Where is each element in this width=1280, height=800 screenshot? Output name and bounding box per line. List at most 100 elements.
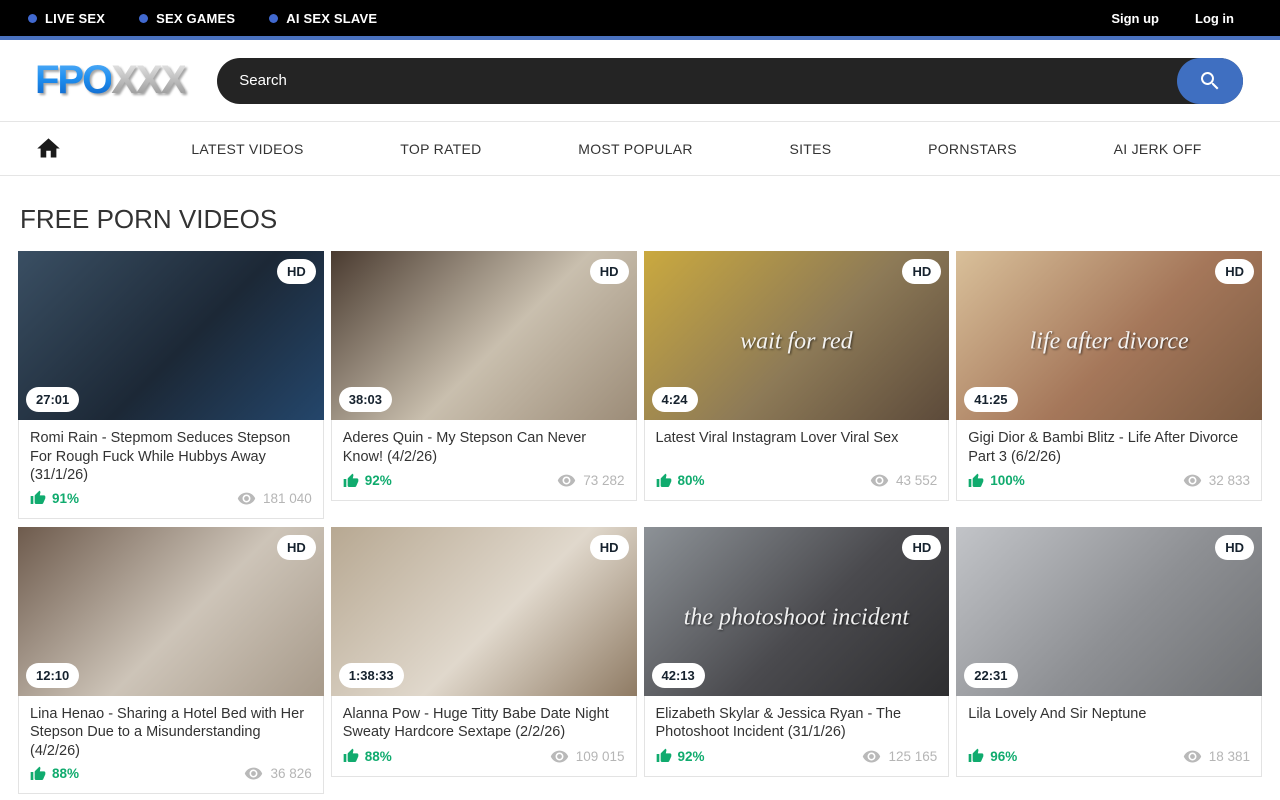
thumbs-up-icon — [968, 473, 984, 489]
nav-item-top-rated[interactable]: TOP RATED — [400, 141, 481, 157]
views-count: 109 015 — [576, 749, 625, 764]
duration-badge: 27:01 — [26, 387, 79, 412]
views: 73 282 — [557, 471, 624, 490]
video-thumbnail[interactable]: HD life after divorce 41:25 — [956, 251, 1262, 420]
video-thumbnail[interactable]: HD 22:31 — [956, 527, 1262, 696]
logo-text-primary: FPO — [35, 58, 111, 102]
video-title-link[interactable]: Alanna Pow - Huge Titty Babe Date Night … — [332, 696, 636, 743]
hd-badge: HD — [1215, 535, 1254, 560]
duration-badge: 41:25 — [964, 387, 1017, 412]
topbar-link-live-sex[interactable]: LIVE SEX — [28, 11, 105, 26]
likes-percentage: 91% — [52, 491, 79, 506]
likes: 92% — [656, 748, 705, 764]
video-stats: 91% 181 040 — [19, 485, 323, 518]
nav-item-sites[interactable]: SITES — [789, 141, 831, 157]
topbar-link-ai-sex-slave[interactable]: AI SEX SLAVE — [269, 11, 377, 26]
likes-percentage: 80% — [678, 473, 705, 488]
views: 36 826 — [244, 764, 311, 783]
video-thumbnail[interactable]: HD 1:38:33 — [331, 527, 637, 696]
video-title-link[interactable]: Romi Rain - Stepmom Seduces Stepson For … — [19, 420, 323, 485]
video-title-link[interactable]: Latest Viral Instagram Lover Viral Sex — [645, 420, 949, 467]
signup-link[interactable]: Sign up — [1111, 11, 1159, 26]
video-title-link[interactable]: Lina Henao - Sharing a Hotel Bed with He… — [19, 696, 323, 761]
eye-icon — [862, 747, 881, 766]
views: 18 381 — [1183, 747, 1250, 766]
views-count: 125 165 — [888, 749, 937, 764]
thumbs-up-icon — [30, 490, 46, 506]
video-stats: 80% 43 552 — [645, 467, 949, 500]
video-card[interactable]: HD 1:38:33 Alanna Pow - Huge Titty Babe … — [331, 527, 637, 795]
video-card[interactable]: HD 12:10 Lina Henao - Sharing a Hotel Be… — [18, 527, 324, 795]
site-header: FPOXXX — [0, 40, 1280, 122]
video-stats: 92% 125 165 — [645, 743, 949, 776]
duration-badge: 12:10 — [26, 663, 79, 688]
bullet-dot-icon — [269, 14, 278, 23]
video-card[interactable]: HD the photoshoot incident 42:13 Elizabe… — [644, 527, 950, 795]
views: 109 015 — [550, 747, 625, 766]
video-info: Alanna Pow - Huge Titty Babe Date Night … — [331, 696, 637, 777]
thumbs-up-icon — [343, 748, 359, 764]
likes: 88% — [30, 766, 79, 782]
thumbs-up-icon — [968, 748, 984, 764]
bullet-dot-icon — [139, 14, 148, 23]
topbar-links: LIVE SEX SEX GAMES AI SEX SLAVE — [28, 11, 377, 26]
duration-badge: 1:38:33 — [339, 663, 404, 688]
duration-badge: 38:03 — [339, 387, 392, 412]
thumbnail-overlay-text: life after divorce — [956, 329, 1262, 356]
video-thumbnail[interactable]: HD the photoshoot incident 42:13 — [644, 527, 950, 696]
page-title: FREE PORN VIDEOS — [20, 204, 1280, 235]
topbar-link-sex-games[interactable]: SEX GAMES — [139, 11, 235, 26]
bullet-dot-icon — [28, 14, 37, 23]
video-info: Latest Viral Instagram Lover Viral Sex 8… — [644, 420, 950, 501]
hd-badge: HD — [277, 259, 316, 284]
video-card[interactable]: HD 22:31 Lila Lovely And Sir Neptune 96% — [956, 527, 1262, 795]
video-card[interactable]: HD life after divorce 41:25 Gigi Dior & … — [956, 251, 1262, 519]
video-title-link[interactable]: Aderes Quin - My Stepson Can Never Know!… — [332, 420, 636, 467]
video-info: Aderes Quin - My Stepson Can Never Know!… — [331, 420, 637, 501]
likes: 88% — [343, 748, 392, 764]
thumbnail-overlay-text: wait for red — [644, 329, 950, 356]
nav-item-pornstars[interactable]: PORNSTARS — [928, 141, 1017, 157]
likes-percentage: 92% — [365, 473, 392, 488]
video-title-link[interactable]: Lila Lovely And Sir Neptune — [957, 696, 1261, 743]
search-input[interactable] — [217, 58, 1243, 104]
topbar-account-links: Sign up Log in — [1111, 11, 1252, 26]
video-thumbnail[interactable]: HD 27:01 — [18, 251, 324, 420]
video-title-link[interactable]: Elizabeth Skylar & Jessica Ryan - The Ph… — [645, 696, 949, 743]
video-thumbnail[interactable]: HD wait for red 4:24 — [644, 251, 950, 420]
video-info: Lila Lovely And Sir Neptune 96% — [956, 696, 1262, 777]
thumbs-up-icon — [656, 473, 672, 489]
home-button[interactable] — [35, 135, 63, 163]
likes: 96% — [968, 748, 1017, 764]
video-card[interactable]: HD 38:03 Aderes Quin - My Stepson Can Ne… — [331, 251, 637, 519]
hd-badge: HD — [590, 535, 629, 560]
video-stats: 88% 36 826 — [19, 760, 323, 793]
video-card[interactable]: HD wait for red 4:24 Latest Viral Instag… — [644, 251, 950, 519]
nav-item-most-popular[interactable]: MOST POPULAR — [578, 141, 693, 157]
video-stats: 88% 109 015 — [332, 743, 636, 776]
login-link[interactable]: Log in — [1195, 11, 1234, 26]
video-title-link[interactable]: Gigi Dior & Bambi Blitz - Life After Div… — [957, 420, 1261, 467]
likes-percentage: 88% — [365, 749, 392, 764]
site-logo[interactable]: FPOXXX — [35, 58, 185, 103]
eye-icon — [870, 471, 889, 490]
views-count: 73 282 — [583, 473, 624, 488]
likes: 91% — [30, 490, 79, 506]
search-button[interactable] — [1177, 58, 1243, 104]
hd-badge: HD — [590, 259, 629, 284]
eye-icon — [550, 747, 569, 766]
video-card[interactable]: HD 27:01 Romi Rain - Stepmom Seduces Ste… — [18, 251, 324, 519]
video-stats: 92% 73 282 — [332, 467, 636, 500]
nav-item-ai-jerk-off[interactable]: AI JERK OFF — [1114, 141, 1202, 157]
hd-badge: HD — [1215, 259, 1254, 284]
video-thumbnail[interactable]: HD 12:10 — [18, 527, 324, 696]
search-bar — [217, 58, 1243, 104]
nav-item-latest-videos[interactable]: LATEST VIDEOS — [191, 141, 303, 157]
hd-badge: HD — [902, 535, 941, 560]
thumbs-up-icon — [343, 473, 359, 489]
likes: 92% — [343, 473, 392, 489]
video-info: Gigi Dior & Bambi Blitz - Life After Div… — [956, 420, 1262, 501]
eye-icon — [244, 764, 263, 783]
video-thumbnail[interactable]: HD 38:03 — [331, 251, 637, 420]
thumbs-up-icon — [656, 748, 672, 764]
